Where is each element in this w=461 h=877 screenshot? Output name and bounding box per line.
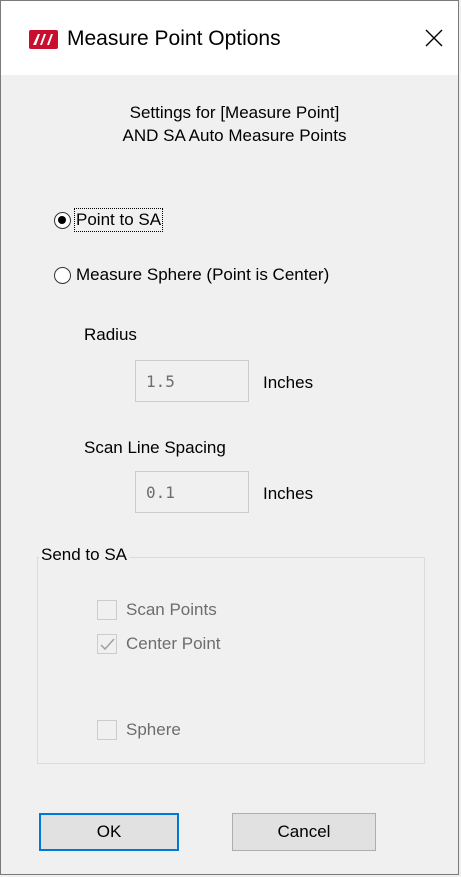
measure-point-options-dialog: Measure Point Options Settings for [Meas… xyxy=(0,0,459,875)
scan-line-spacing-input[interactable] xyxy=(135,471,249,513)
api-logo-icon xyxy=(29,30,58,49)
radio-button-point-to-sa[interactable] xyxy=(54,211,71,229)
radio-label-point-to-sa: Point to SA xyxy=(73,208,164,232)
close-icon xyxy=(425,29,443,47)
send-to-sa-title: Send to SA xyxy=(39,545,130,565)
close-button[interactable] xyxy=(410,1,458,75)
radio-point-to-sa[interactable]: Point to SA xyxy=(54,208,164,232)
ok-button[interactable]: OK xyxy=(39,813,179,851)
radio-measure-sphere[interactable]: Measure Sphere (Point is Center) xyxy=(54,265,329,285)
settings-description-line2: AND SA Auto Measure Points xyxy=(122,126,347,145)
scan-points-label: Scan Points xyxy=(126,600,217,619)
sphere-checkbox-row[interactable]: Sphere xyxy=(97,720,181,740)
radio-button-measure-sphere[interactable] xyxy=(54,266,71,284)
sphere-checkbox[interactable] xyxy=(97,720,117,740)
checkmark-icon xyxy=(100,638,115,651)
radius-label: Radius xyxy=(84,325,137,344)
title-bar[interactable]: Measure Point Options xyxy=(1,1,458,75)
scan-points-checkbox[interactable] xyxy=(97,600,117,620)
radio-label-measure-sphere: Measure Sphere (Point is Center) xyxy=(76,265,330,284)
scan-line-spacing-label: Scan Line Spacing xyxy=(84,438,226,457)
cancel-button[interactable]: Cancel xyxy=(232,813,376,851)
scan-points-checkbox-row[interactable]: Scan Points xyxy=(97,600,217,620)
window-title: Measure Point Options xyxy=(67,27,281,50)
scan-line-spacing-unit-label: Inches xyxy=(263,484,314,503)
settings-description-line1: Settings for [Measure Point] xyxy=(129,103,340,122)
center-point-label: Center Point xyxy=(126,634,221,653)
center-point-checkbox-row[interactable]: Center Point xyxy=(97,634,221,654)
radius-input[interactable] xyxy=(135,360,249,402)
radius-unit-label: Inches xyxy=(263,373,314,392)
sphere-label: Sphere xyxy=(126,720,181,739)
send-to-sa-groupbox xyxy=(37,557,425,764)
settings-description: Settings for [Measure Point] AND SA Auto… xyxy=(1,101,458,147)
center-point-checkbox[interactable] xyxy=(97,634,117,654)
